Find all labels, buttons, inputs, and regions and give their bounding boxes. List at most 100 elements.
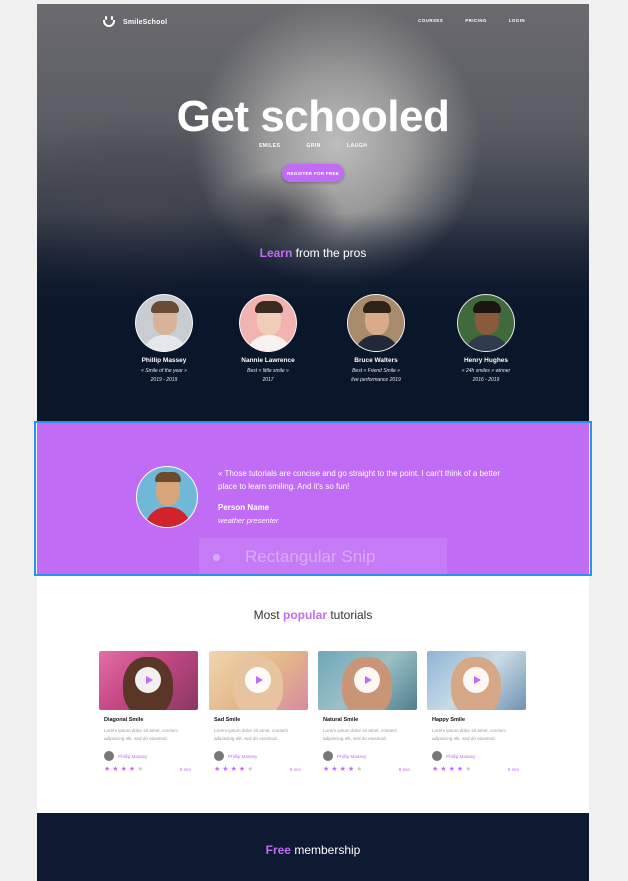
logo[interactable]: SmileSchool (101, 15, 167, 29)
tutorial-title: Sad Smile (214, 717, 241, 723)
tutorial-title: Diagonal Smile (104, 717, 144, 723)
page: SmileSchool COURSES PRICING LOGIN Get sc… (37, 4, 589, 881)
author-name: Phillip Massey (118, 753, 148, 759)
testimonial-person-name: Person Name (218, 503, 270, 512)
tutorial-description: Lorem ipsum dolor sit amet, consect adip… (214, 728, 288, 741)
tutorials-heading: Most popular tutorials (37, 608, 589, 622)
play-icon (255, 676, 263, 684)
testimonial-section: « Those tutorials are concise and go str… (37, 422, 589, 576)
tutorial-author[interactable]: Phillip Massey (104, 751, 147, 761)
testimonial-avatar (136, 466, 198, 528)
teacher-description: « Smile of the year » 2019 - 2019 (119, 367, 209, 385)
nav-link-login[interactable]: LOGIN (509, 18, 525, 23)
star-icon: ★ (214, 766, 221, 773)
tutorial-card[interactable]: Happy Smile Lorem ipsum dolor sit amet, … (427, 651, 526, 781)
star-empty-icon: ★ (137, 766, 144, 773)
author-name: Phillip Massey (337, 753, 367, 759)
author-avatar (104, 751, 114, 761)
tutorials-heading-pre: Most (253, 608, 280, 622)
membership-heading: Free membership (37, 843, 589, 857)
star-icon: ★ (238, 766, 246, 773)
tutorial-thumbnail[interactable] (318, 651, 417, 710)
tutorial-thumbnail[interactable] (99, 651, 198, 710)
star-icon: ★ (104, 766, 111, 773)
teacher-card[interactable]: Nannie Lawrence Best « little smile » 20… (223, 294, 313, 385)
play-icon (473, 676, 481, 684)
tutorial-card[interactable]: Sad Smile Lorem ipsum dolor sit amet, co… (209, 651, 308, 781)
star-icon: ★ (432, 766, 439, 773)
teacher-description: Best « little smile » 2017 (223, 367, 313, 385)
teacher-award: Best « little smile » (247, 368, 289, 374)
teacher-card[interactable]: Henry Hughes « 24h smiles » winner 2016 … (441, 294, 531, 385)
top-nav: SmileSchool COURSES PRICING LOGIN (37, 4, 589, 40)
teacher-name: Nannie Lawrence (241, 357, 295, 364)
tutorial-thumbnail[interactable] (427, 651, 526, 710)
avatar (239, 294, 297, 352)
star-icon: ★ (347, 766, 355, 773)
tutorial-title: Happy Smile (432, 717, 466, 723)
membership-highlight: Free (265, 843, 291, 857)
smile-logo-icon (101, 15, 117, 29)
learn-heading: Learn from the pros (37, 246, 589, 260)
hero-subtitle-laugh: LAUGH (346, 143, 368, 149)
star-icon: ★ (339, 766, 346, 773)
tutorial-description: Lorem ipsum dolor sit amet, consect adip… (432, 728, 506, 741)
avatar (347, 294, 405, 352)
play-button[interactable] (463, 667, 489, 693)
tutorial-duration: 8 min (507, 767, 519, 772)
teacher-card[interactable]: Bruce Walters Best « Friend Smile » live… (331, 294, 421, 385)
rating-stars: ★ ★ ★ ★ ★ (104, 766, 143, 774)
teacher-name: Bruce Walters (354, 357, 398, 364)
star-empty-icon: ★ (247, 766, 254, 773)
play-icon (364, 676, 372, 684)
tutorial-thumbnail[interactable] (209, 651, 308, 710)
logo-text: SmileSchool (123, 18, 168, 26)
snip-dot-icon (213, 553, 220, 561)
nav-links: COURSES PRICING LOGIN (418, 18, 525, 23)
tutorial-author[interactable]: Phillip Massey (323, 751, 366, 761)
tutorial-card[interactable]: Diagonal Smile Lorem ipsum dolor sit ame… (99, 651, 198, 781)
testimonial-quote: « Those tutorials are concise and go str… (218, 469, 500, 491)
tutorial-duration: 8 min (289, 767, 301, 772)
tutorials-heading-post: tutorials (330, 608, 373, 622)
author-avatar (323, 751, 333, 761)
teachers-list: Phillip Massey « Smile of the year » 201… (119, 294, 515, 394)
snip-label: Rectangular Snip (245, 547, 376, 566)
star-icon: ★ (448, 766, 455, 773)
teacher-name: Phillip Massey (141, 357, 187, 364)
rating-stars: ★ ★ ★ ★ ★ (432, 766, 471, 774)
membership-rest: membership (294, 843, 361, 857)
teacher-award: « 24h smiles » winner (461, 368, 511, 374)
learn-highlight: Learn (259, 246, 293, 260)
star-icon: ★ (112, 766, 119, 773)
author-avatar (432, 751, 442, 761)
learn-rest: from the pros (295, 246, 367, 260)
star-icon: ★ (440, 766, 447, 773)
teacher-name: Henry Hughes (463, 357, 509, 364)
hero-subtitles: SMILES GRIN LAUGH (37, 143, 589, 149)
membership-section: Free membership (37, 813, 589, 881)
tutorial-card[interactable]: Natural Smile Lorem ipsum dolor sit amet… (318, 651, 417, 781)
play-icon (145, 676, 153, 684)
rating-stars: ★ ★ ★ ★ ★ (323, 766, 362, 774)
teacher-years: 2017 (262, 377, 274, 383)
star-icon: ★ (230, 766, 237, 773)
tutorials-heading-highlight: popular (282, 608, 327, 622)
hero-title: Get schooled (176, 92, 450, 141)
play-button[interactable] (245, 667, 271, 693)
hero-section: SmileSchool COURSES PRICING LOGIN Get sc… (37, 4, 589, 422)
play-button[interactable] (354, 667, 380, 693)
tutorial-author[interactable]: Phillip Massey (214, 751, 257, 761)
author-name: Phillip Massey (228, 753, 258, 759)
teacher-card[interactable]: Phillip Massey « Smile of the year » 201… (119, 294, 209, 385)
tutorial-author[interactable]: Phillip Massey (432, 751, 475, 761)
tutorial-description: Lorem ipsum dolor sit amet, consect adip… (323, 728, 397, 741)
hero-subtitle-smiles: SMILES (258, 143, 281, 149)
nav-link-pricing[interactable]: PRICING (465, 18, 487, 23)
play-button[interactable] (135, 667, 161, 693)
avatar (135, 294, 193, 352)
register-button[interactable]: REGISTER FOR FREE (282, 164, 344, 182)
rating-stars: ★ ★ ★ ★ ★ (214, 766, 253, 774)
nav-link-courses[interactable]: COURSES (418, 18, 443, 23)
star-empty-icon: ★ (356, 766, 363, 773)
